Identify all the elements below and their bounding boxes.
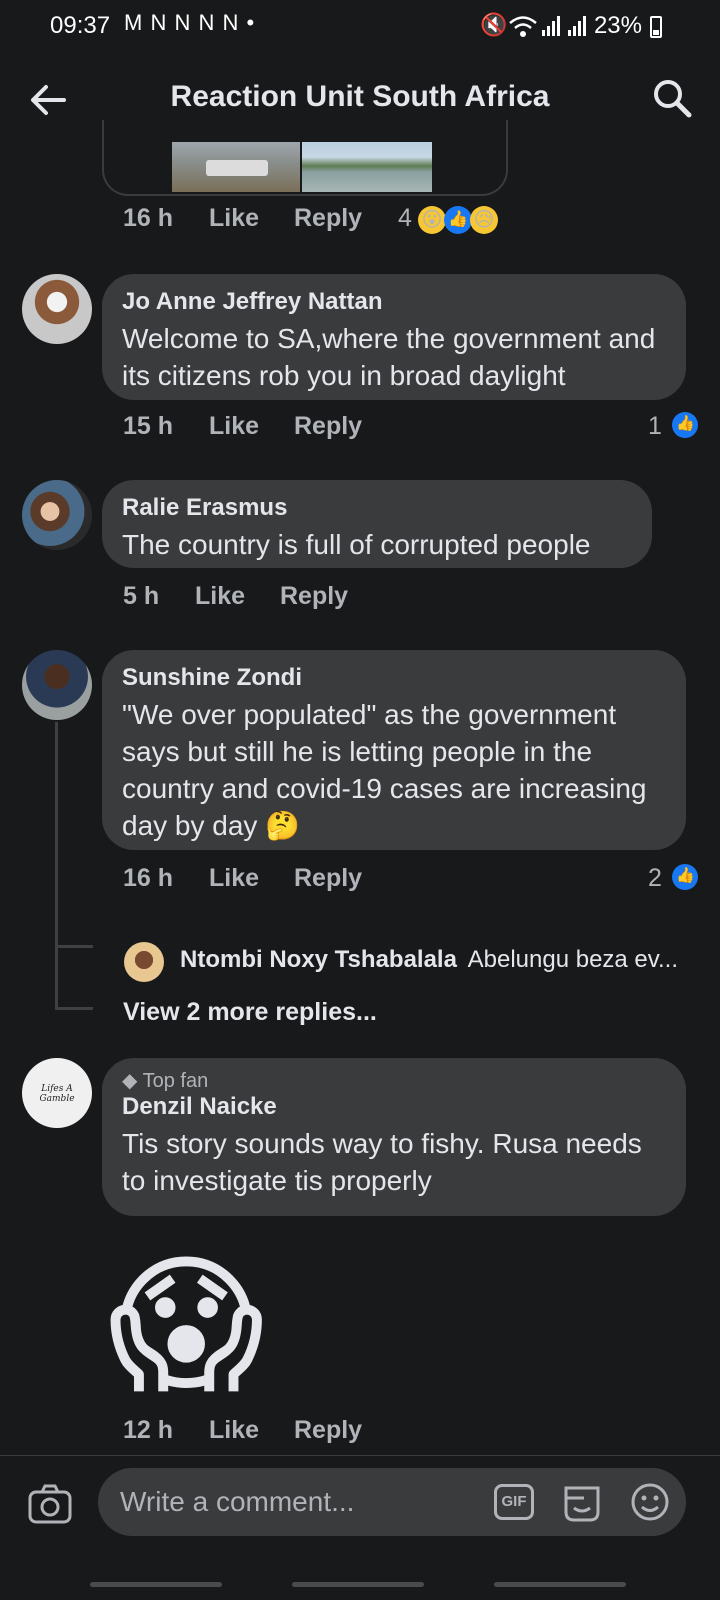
signal-icon xyxy=(568,16,586,36)
comment-bubble[interactable]: Jo Anne Jeffrey Nattan Welcome to SA,whe… xyxy=(102,274,686,400)
comment-meta: 12 h Like Reply xyxy=(0,1416,720,1452)
comment-placeholder: Write a comment... xyxy=(120,1486,355,1517)
screaming-face-icon[interactable]: 😱 xyxy=(108,1235,308,1415)
thread-line xyxy=(55,945,58,1010)
like-button[interactable]: Like xyxy=(209,412,259,441)
comment-text: "We over populated" as the government sa… xyxy=(122,699,647,841)
avatar[interactable] xyxy=(22,480,92,550)
camera-icon[interactable] xyxy=(28,1484,72,1524)
post-time: 16 h xyxy=(123,204,174,232)
reply-button[interactable]: Reply xyxy=(294,412,362,441)
comment-composer: Write a comment... GIF xyxy=(0,1455,720,1576)
comment-text: Welcome to SA,where the government and i… xyxy=(122,323,656,391)
comment-author[interactable]: Denzil Naicke xyxy=(122,1093,666,1121)
sticker-icon[interactable] xyxy=(560,1482,604,1524)
nav-gesture-bar[interactable] xyxy=(292,1582,424,1587)
wifi-icon xyxy=(509,16,537,37)
avatar[interactable]: Lifes A Gamble xyxy=(22,1058,92,1128)
car-shape xyxy=(206,160,268,176)
nav-gesture-bar[interactable] xyxy=(90,1582,222,1587)
gif-icon[interactable]: GIF xyxy=(494,1484,534,1520)
comment-time: 5 h xyxy=(123,582,160,610)
like-button[interactable]: Like xyxy=(209,1416,259,1445)
status-bar: 09:37 M N N N N • 🔇 23% xyxy=(0,0,720,54)
reply-button[interactable]: Reply xyxy=(280,582,348,611)
comment-author[interactable]: Jo Anne Jeffrey Nattan xyxy=(122,288,666,316)
like-reaction-icon: 👍 xyxy=(444,206,472,234)
search-icon[interactable] xyxy=(650,76,694,120)
comment-time: 15 h xyxy=(123,412,174,440)
thread-branch xyxy=(55,1007,93,1010)
thread-line xyxy=(55,722,58,948)
like-button[interactable]: Like xyxy=(209,204,259,233)
diamond-icon: ◆ xyxy=(122,1070,138,1092)
top-fan-badge: ◆ Top fan xyxy=(122,1068,666,1093)
reply-button[interactable]: Reply xyxy=(294,1416,362,1445)
like-badge-icon xyxy=(672,864,698,890)
comment-text: The country is full of corrupted people xyxy=(122,529,591,560)
thread-branch xyxy=(55,945,93,948)
badge-label: Top fan xyxy=(142,1070,209,1092)
river-photo[interactable] xyxy=(302,142,432,192)
battery-icon xyxy=(650,16,662,38)
avatar[interactable] xyxy=(22,274,92,344)
comment-meta: 16 h Like Reply 2 xyxy=(0,864,720,900)
emoji-icon[interactable] xyxy=(630,1482,670,1522)
sad-reaction-icon: 😥 xyxy=(470,206,498,234)
reaction-icons[interactable]: 😮 👍 😥 xyxy=(418,206,508,236)
reply-text: Abelungu beza ev... xyxy=(467,946,678,973)
signal-icon xyxy=(542,16,560,36)
mute-icon: 🔇 xyxy=(480,12,508,37)
comment-bubble[interactable]: Ralie Erasmus The country is full of cor… xyxy=(102,480,652,568)
comment-author[interactable]: Sunshine Zondi xyxy=(122,664,666,692)
status-time: 09:37 xyxy=(50,12,111,39)
like-button[interactable]: Like xyxy=(209,864,259,893)
avatar[interactable] xyxy=(22,650,92,720)
nav-gesture-bar[interactable] xyxy=(494,1582,626,1587)
view-more-replies-link[interactable]: View 2 more replies... xyxy=(123,998,377,1027)
page-title: Reaction Unit South Africa xyxy=(170,80,550,113)
avatar-text: Lifes A Gamble xyxy=(39,1084,75,1104)
comment-author[interactable]: Ralie Erasmus xyxy=(122,494,632,522)
comment-input[interactable]: Write a comment... GIF xyxy=(98,1468,686,1536)
comment-bubble[interactable]: Sunshine Zondi "We over populated" as th… xyxy=(102,650,686,850)
comment-meta: 15 h Like Reply 1 xyxy=(0,412,720,448)
comment-text: Tis story sounds way to fishy. Rusa need… xyxy=(122,1128,642,1196)
like-button[interactable]: Like xyxy=(195,582,245,611)
battery-level: 23% xyxy=(593,12,642,39)
comment-meta: 5 h Like Reply xyxy=(0,582,720,618)
notification-icons: M N N N N • xyxy=(124,10,256,35)
comment-time: 12 h xyxy=(123,1416,174,1444)
reply-button[interactable]: Reply xyxy=(294,204,362,233)
reply-button[interactable]: Reply xyxy=(294,864,362,893)
shared-post-preview[interactable] xyxy=(102,120,508,196)
like-count[interactable]: 1 xyxy=(648,412,662,441)
reply-preview[interactable]: Ntombi Noxy Tshabalala Abelungu beza ev.… xyxy=(180,946,700,980)
like-badge-icon xyxy=(672,412,698,438)
comment-time: 16 h xyxy=(123,864,174,892)
like-count[interactable]: 2 xyxy=(648,864,662,893)
flood-photo[interactable] xyxy=(172,142,300,192)
wow-reaction-icon: 😮 xyxy=(418,206,446,234)
comment-bubble[interactable]: ◆ Top fan Denzil Naicke Tis story sounds… xyxy=(102,1058,686,1216)
reaction-count[interactable]: 4 xyxy=(398,204,412,233)
post-meta: 16 h Like Reply 4 😮 👍 😥 xyxy=(0,204,720,240)
reply-author[interactable]: Ntombi Noxy Tshabalala xyxy=(180,946,457,973)
avatar[interactable] xyxy=(124,942,164,982)
